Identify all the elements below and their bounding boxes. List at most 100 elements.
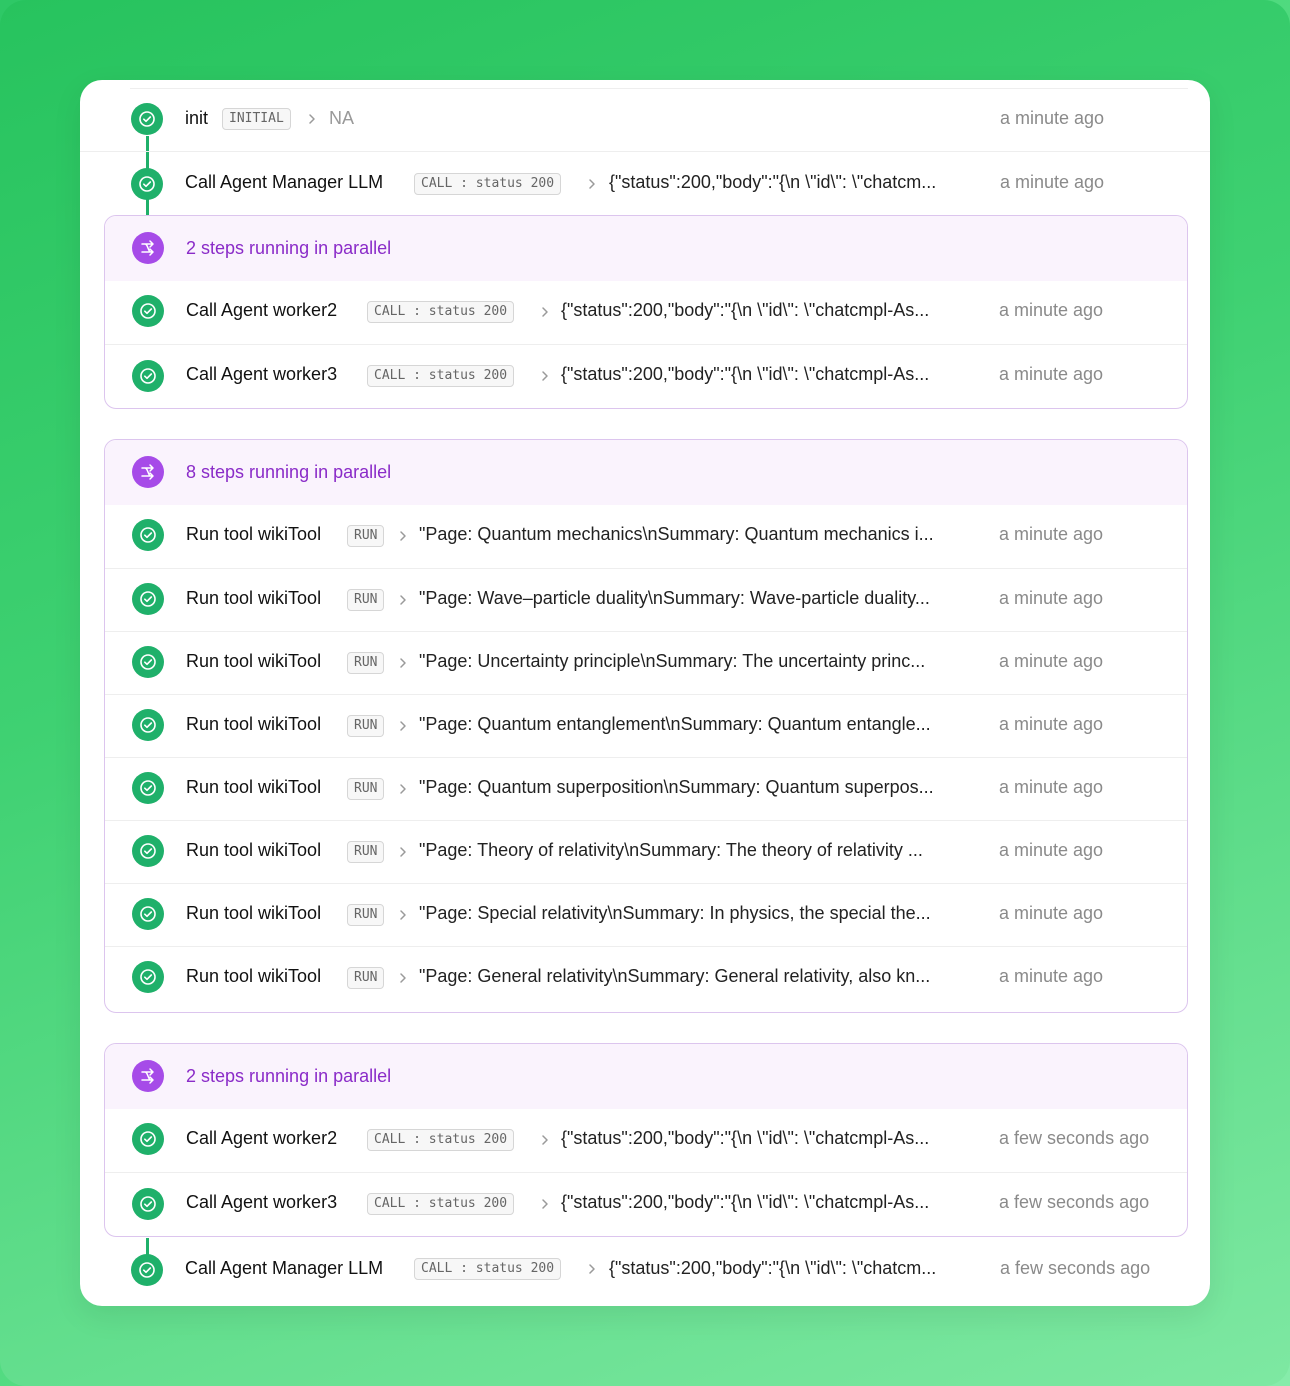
check-circle-icon xyxy=(132,835,164,867)
step-output: NA xyxy=(329,108,355,128)
step-time: a minute ago xyxy=(1000,108,1105,128)
check-circle-icon xyxy=(132,646,164,678)
check-circle-icon xyxy=(131,103,163,135)
chevron-right-icon xyxy=(538,1197,552,1211)
step-title: Run tool wikiTool xyxy=(186,840,322,860)
parallel-arrows-icon xyxy=(132,232,164,264)
step-title: Run tool wikiTool xyxy=(186,903,322,923)
step-title: Run tool wikiTool xyxy=(186,588,322,608)
step-output: {"status":200,"body":"{\n \"id\": \"chat… xyxy=(561,1192,930,1212)
check-circle-icon xyxy=(132,360,164,392)
step-time: a few seconds ago xyxy=(999,1192,1150,1212)
step-time: a minute ago xyxy=(999,300,1104,320)
check-circle-icon xyxy=(132,583,164,615)
step-row-init[interactable]: init INITIAL NA a minute ago xyxy=(80,88,1210,151)
step-time: a minute ago xyxy=(999,651,1104,671)
step-output: "Page: Quantum mechanics\nSummary: Quant… xyxy=(419,524,934,544)
step-row[interactable]: Call Agent worker2 CALL : status 200 {"s… xyxy=(105,281,1187,344)
chevron-right-icon xyxy=(538,369,552,383)
step-row[interactable]: Run tool wikiTool RUN "Page: General relat… xyxy=(105,946,1187,1009)
step-row-manager-llm[interactable]: Call Agent Manager LLM CALL : status 200… xyxy=(80,1237,1210,1300)
step-type-badge: RUN xyxy=(347,967,385,989)
step-type-badge: RUN xyxy=(347,841,385,863)
chevron-right-icon xyxy=(538,1133,552,1147)
chevron-right-icon xyxy=(538,305,552,319)
parallel-group-header[interactable]: 2 steps running in parallel xyxy=(105,216,1187,281)
step-type-badge: RUN xyxy=(347,652,385,674)
chevron-right-icon xyxy=(396,845,410,859)
step-type-badge: CALL : status 200 xyxy=(367,301,515,323)
step-title: Run tool wikiTool xyxy=(186,777,322,797)
step-row[interactable]: Call Agent worker2 CALL : status 200 {"s… xyxy=(105,1109,1187,1172)
check-circle-icon xyxy=(132,1123,164,1155)
step-row[interactable]: Run tool wikiTool RUN "Page: Quantum super… xyxy=(105,757,1187,820)
parallel-group-label: 2 steps running in parallel xyxy=(186,1066,392,1086)
parallel-arrows-icon xyxy=(132,456,164,488)
step-row[interactable]: Run tool wikiTool RUN "Page: Special relat… xyxy=(105,883,1187,946)
step-row-manager-llm[interactable]: Call Agent Manager LLM CALL : status 200… xyxy=(80,151,1210,214)
step-type-badge: CALL : status 200 xyxy=(414,173,562,195)
check-circle-icon xyxy=(131,168,163,200)
step-output: {"status":200,"body":"{\n \"id\": \"chat… xyxy=(609,172,937,192)
step-time: a minute ago xyxy=(999,903,1104,923)
chevron-right-icon xyxy=(585,1262,599,1276)
step-time: a minute ago xyxy=(999,714,1104,734)
parallel-group-label: 2 steps running in parallel xyxy=(186,238,392,258)
parallel-group-header[interactable]: 2 steps running in parallel xyxy=(105,1044,1187,1109)
step-output: "Page: Quantum entanglement\nSummary: Qu… xyxy=(419,714,931,734)
step-title: Call Agent worker2 xyxy=(186,300,338,320)
step-title: Call Agent Manager LLM xyxy=(185,172,384,192)
step-output: "Page: Theory of relativity\nSummary: Th… xyxy=(419,840,923,860)
parallel-arrows-icon xyxy=(132,1060,164,1092)
workflow-timeline-card: init INITIAL NA a minute ago Call Agent … xyxy=(80,80,1210,1306)
page-background: init INITIAL NA a minute ago Call Agent … xyxy=(0,0,1290,1386)
chevron-right-icon xyxy=(396,656,410,670)
check-circle-icon xyxy=(132,1188,164,1220)
step-row[interactable]: Run tool wikiTool RUN "Page: Theory of rel… xyxy=(105,820,1187,883)
step-type-badge: RUN xyxy=(347,715,385,737)
step-time: a minute ago xyxy=(999,524,1104,544)
check-circle-icon xyxy=(132,295,164,327)
chevron-right-icon xyxy=(396,719,410,733)
step-title: Call Agent worker3 xyxy=(186,364,338,384)
step-title: Call Agent worker2 xyxy=(186,1128,338,1148)
step-type-badge: RUN xyxy=(347,778,385,800)
step-title: Call Agent Manager LLM xyxy=(185,1258,384,1278)
step-time: a minute ago xyxy=(999,840,1104,860)
chevron-right-icon xyxy=(396,908,410,922)
step-output: "Page: General relativity\nSummary: Gene… xyxy=(419,966,931,986)
step-type-badge: RUN xyxy=(347,589,385,611)
parallel-group: 2 steps running in parallel Call Agent w… xyxy=(104,1043,1188,1237)
chevron-right-icon xyxy=(396,782,410,796)
step-row[interactable]: Call Agent worker3 CALL : status 200 {"s… xyxy=(105,1172,1187,1235)
chevron-right-icon xyxy=(305,112,319,126)
check-circle-icon xyxy=(132,772,164,804)
step-time: a few seconds ago xyxy=(1000,1258,1151,1278)
step-row[interactable]: Run tool wikiTool RUN "Page: Quantum entan… xyxy=(105,694,1187,757)
step-type-badge: CALL : status 200 xyxy=(367,1193,515,1215)
check-circle-icon xyxy=(132,709,164,741)
step-title: Call Agent worker3 xyxy=(186,1192,338,1212)
step-row[interactable]: Call Agent worker3 CALL : status 200 {"s… xyxy=(105,344,1187,407)
parallel-group-header[interactable]: 8 steps running in parallel xyxy=(105,440,1187,505)
step-output: "Page: Wave–particle duality\nSummary: W… xyxy=(419,588,930,608)
step-time: a minute ago xyxy=(999,966,1104,986)
step-type-badge: CALL : status 200 xyxy=(414,1258,562,1280)
parallel-group: 2 steps running in parallel Call Agent w… xyxy=(104,215,1188,409)
step-time: a minute ago xyxy=(999,588,1104,608)
step-row[interactable]: Run tool wikiTool RUN "Page: Wave–particle… xyxy=(105,568,1187,631)
step-output: {"status":200,"body":"{\n \"id\": \"chat… xyxy=(561,1128,930,1148)
step-row[interactable]: Run tool wikiTool RUN "Page: Uncertainty p… xyxy=(105,631,1187,694)
step-output: "Page: Quantum superposition\nSummary: Q… xyxy=(419,777,934,797)
step-title: Run tool wikiTool xyxy=(186,651,322,671)
step-type-badge: CALL : status 200 xyxy=(367,365,515,387)
step-type-badge: RUN xyxy=(347,904,385,926)
step-row[interactable]: Run tool wikiTool RUN "Page: Quantum mecha… xyxy=(105,505,1187,568)
parallel-group: 8 steps running in parallel Run tool wik… xyxy=(104,439,1188,1013)
step-type-badge: CALL : status 200 xyxy=(367,1129,515,1151)
step-title: Run tool wikiTool xyxy=(186,966,322,986)
step-type-badge: INITIAL xyxy=(222,108,291,130)
step-output: "Page: Uncertainty principle\nSummary: T… xyxy=(419,651,926,671)
check-circle-icon xyxy=(132,961,164,993)
chevron-right-icon xyxy=(396,529,410,543)
